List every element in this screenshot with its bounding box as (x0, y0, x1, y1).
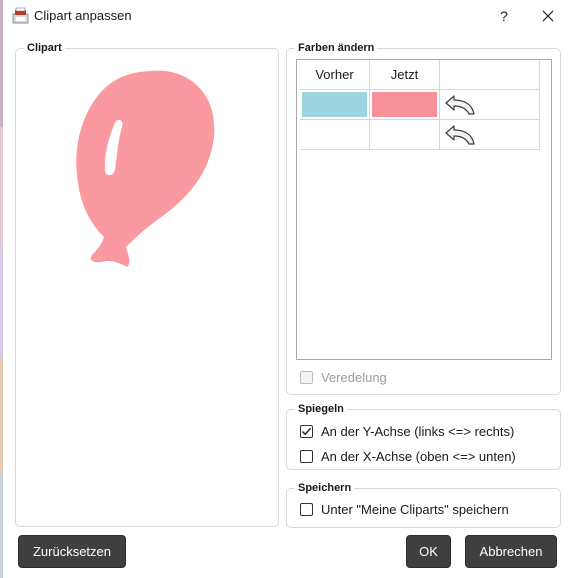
mirror-group-title: Spiegeln (295, 402, 347, 416)
reset-button[interactable]: Zurücksetzen (18, 535, 126, 568)
app-icon (12, 7, 29, 24)
mirror-x-axis-checkbox[interactable] (300, 450, 313, 463)
save-to-my-cliparts-checkbox[interactable] (300, 503, 313, 516)
save-group-title: Speichern (295, 481, 355, 495)
before-color-swatch (302, 92, 367, 117)
title-bar: Clipart anpassen ? (0, 0, 569, 32)
change-colors-group-title: Farben ändern (295, 41, 378, 55)
undo-arrow-icon[interactable] (444, 94, 476, 116)
mirror-y-axis-checkbox[interactable] (300, 425, 313, 438)
help-button[interactable]: ? (493, 6, 515, 26)
column-header-after: Jetzt (370, 60, 440, 90)
after-color-swatch (372, 92, 437, 117)
balloon-clipart-image[interactable] (72, 65, 222, 270)
save-to-my-cliparts-label: Unter "Meine Cliparts" speichern (321, 502, 509, 517)
column-header-action (440, 60, 540, 90)
cancel-button[interactable]: Abbrechen (465, 535, 557, 568)
color-row-1-after-cell[interactable] (370, 90, 440, 120)
clipart-group-title: Clipart (24, 41, 65, 55)
refinement-checkbox[interactable] (300, 371, 313, 384)
change-colors-group: Farben ändern Vorher Jetzt Veredelung (286, 41, 561, 395)
clipart-dialog: Clipart anpassen ? Clipart Farben ändern… (0, 0, 569, 578)
save-group: Speichern Unter "Meine Cliparts" speiche… (286, 481, 561, 528)
color-row-1-before-cell[interactable] (300, 90, 370, 120)
clipart-group: Clipart (15, 41, 279, 527)
ok-button[interactable]: OK (406, 535, 451, 568)
color-row-2-action-cell (440, 120, 540, 150)
checkmark-icon (302, 427, 312, 436)
color-row-1-action-cell (440, 90, 540, 120)
color-row-2-after-cell[interactable] (370, 120, 440, 150)
color-row-2-before-cell[interactable] (300, 120, 370, 150)
column-header-before: Vorher (300, 60, 370, 90)
window-title: Clipart anpassen (34, 8, 132, 23)
mirror-x-axis-label: An der X-Achse (oben <=> unten) (321, 449, 516, 464)
refinement-label: Veredelung (321, 370, 387, 385)
undo-arrow-icon[interactable] (444, 124, 476, 146)
mirror-group: Spiegeln An der Y-Achse (links <=> recht… (286, 402, 561, 470)
background-window-edge (0, 0, 3, 578)
close-icon[interactable] (537, 5, 559, 27)
color-table: Vorher Jetzt (296, 59, 552, 360)
mirror-y-axis-label: An der Y-Achse (links <=> rechts) (321, 424, 515, 439)
